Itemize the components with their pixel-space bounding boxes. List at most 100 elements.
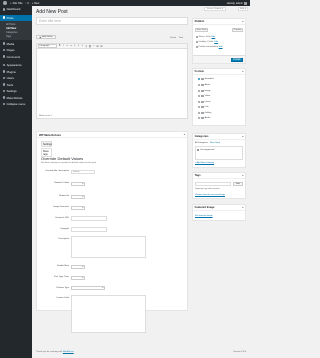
align-left-button[interactable]: ≡ [74,45,76,48]
format-option-standard[interactable]: Standard [198,78,213,81]
collapse-toggle-icon[interactable]: ▴ [242,20,243,23]
link-button[interactable]: ⛓ [88,45,91,48]
tab-all-categories[interactable]: All Categories [195,142,208,144]
my-account-menu[interactable]: Howdy, admin [227,0,247,6]
canonical-url-input[interactable] [71,216,107,221]
footer-prefix: Thank you for creating with [36,351,63,353]
format-option-image[interactable]: Image [198,89,211,92]
custom-code-textarea[interactable] [71,295,146,333]
radio[interactable] [198,89,201,92]
format-option-video[interactable]: Video [198,95,210,98]
radio[interactable] [198,117,201,120]
tags-box-header[interactable]: Tags ▴ [193,173,245,179]
add-new-category-link[interactable]: + Add New Category [195,162,214,164]
admin-bar: ⌂ Site Title ▫ 0 + New Howdy, admin [0,0,250,6]
publish-box-header[interactable]: Publish ▴ [193,19,245,25]
sidebar-collapse-menu[interactable]: Collapse menu [0,101,32,108]
tab-text[interactable]: Text [179,37,183,39]
fullscreen-button[interactable]: ⊞ [100,45,102,48]
align-right-button[interactable]: ≡ [81,45,83,48]
format-select[interactable]: Paragraph [38,44,57,48]
description-textarea[interactable] [71,236,146,258]
radio[interactable] [198,84,201,87]
search-icon[interactable]: ⚲ [85,45,87,48]
bold-button[interactable]: B [59,45,61,48]
align-center-button[interactable]: ≡ [78,45,80,48]
collapse-toggle-icon[interactable]: ▴ [242,174,243,177]
toolbar-toggle-button[interactable]: ⊞ [96,45,99,48]
noindex-select[interactable]: ▾ [71,182,85,186]
users-icon [2,76,6,80]
category-uncategorized[interactable]: Uncategorized [197,149,214,152]
categories-box-header[interactable]: Categories ▴ [193,134,245,140]
image-generator-select[interactable]: ▾ [71,206,85,210]
format-option-aside[interactable]: Aside [198,84,210,87]
publish-actions: Publish [193,55,245,63]
add-media-button[interactable]: ▣ Add Media [36,35,56,40]
post-title-input[interactable]: Enter title here [36,17,188,25]
radio-selected[interactable] [198,78,201,81]
more-button[interactable]: — [93,45,95,48]
radio[interactable] [198,100,201,103]
tab-visual[interactable]: Visual [170,37,176,39]
copyright-input[interactable] [71,227,107,232]
word-count: Word count: 0 [39,115,52,117]
collapse-toggle-icon[interactable]: ▴ [242,70,243,73]
override-input[interactable]: Default [71,170,95,175]
comments-count: 0 [27,1,29,5]
field-label: Disable Meta [56,265,69,267]
save-draft-button[interactable]: Save Draft [195,28,208,32]
sidebar-item-label: Meta Robots [6,95,23,100]
set-featured-image-link[interactable]: Set featured image [195,215,213,217]
radio[interactable] [198,106,201,109]
radio[interactable] [198,111,201,114]
checkbox[interactable] [197,149,200,152]
collapse-toggle-icon[interactable]: ▴ [242,206,243,209]
metabox-header[interactable]: WP Meta Robots ▴ [37,132,187,138]
preview-button[interactable]: Preview [232,28,243,32]
publish-box: Publish ▴ Save Draft Preview Status: Dra… [192,18,246,64]
blockquote-button[interactable]: ❝ [70,45,72,48]
add-tag-button[interactable]: Add [233,182,243,186]
collapse-toggle-icon[interactable]: ▴ [184,133,185,136]
sidebar-item-label: Settings [6,89,17,93]
submenu-tags[interactable]: Tags [0,35,32,39]
comment-bubble-icon: ▫ [25,1,27,5]
tab-settings[interactable]: Settings [41,141,52,148]
field-label: Post Type Class [54,276,69,278]
content-editor[interactable]: Paragraph B I ≡ ❝ ≡ ≡ ≡ ⚲ ⛓ — ⊞ ⊞ Word c… [36,43,188,119]
italic-button[interactable]: I [62,45,64,48]
robots-file-select[interactable]: ▾ [71,195,85,199]
new-content-menu[interactable]: + New [32,2,39,5]
metabox-title: WP Meta Robots [39,132,62,137]
choose-tags-link[interactable]: Choose from the most used tags [195,194,225,196]
featured-image-box-header[interactable]: Featured Image ▴ [193,205,245,211]
tag-input[interactable] [195,182,231,186]
bullet-list-button[interactable]: ≡ [66,45,68,48]
format-option-link[interactable]: Link [198,106,209,109]
schema-type-select[interactable]: ▾ [71,286,105,291]
format-box-header[interactable]: Format ▴ [193,69,245,75]
format-option-quote[interactable]: Quote [198,100,211,103]
wordpress-link[interactable]: WordPress [63,351,74,353]
wordpress-logo-menu[interactable] [3,1,7,5]
post-type-select[interactable]: ▾ [71,276,85,280]
collapse-arrow-icon [2,102,6,106]
edit-schedule-link[interactable]: Edit [219,46,223,48]
help-tab[interactable]: Help ▾ [238,7,248,11]
publish-button[interactable]: Publish [231,57,243,63]
edit-visibility-link[interactable]: Edit [214,41,218,43]
disable-meta-select[interactable]: ▾ [71,265,85,269]
format-box: Format ▴ Standard Aside Image Video Quot… [192,68,246,126]
comments-link[interactable]: ▫ 0 [26,2,29,5]
collapse-toggle-icon[interactable]: ▴ [242,135,243,138]
field-label: Noindex / follow [54,182,69,184]
format-option-gallery[interactable]: Gallery [198,111,212,114]
site-name-link[interactable]: ⌂ Site Title [10,2,23,5]
radio[interactable] [198,95,201,98]
meta-robots-metabox: WP Meta Robots ▴ Settings Meta tags Over… [36,131,188,333]
tab-most-used[interactable]: Most Used [210,142,220,144]
format-option-audio[interactable]: Audio [198,117,210,120]
screen-options-tab[interactable]: Screen Options ▾ [204,7,226,11]
edit-status-link[interactable]: Edit [211,36,215,38]
